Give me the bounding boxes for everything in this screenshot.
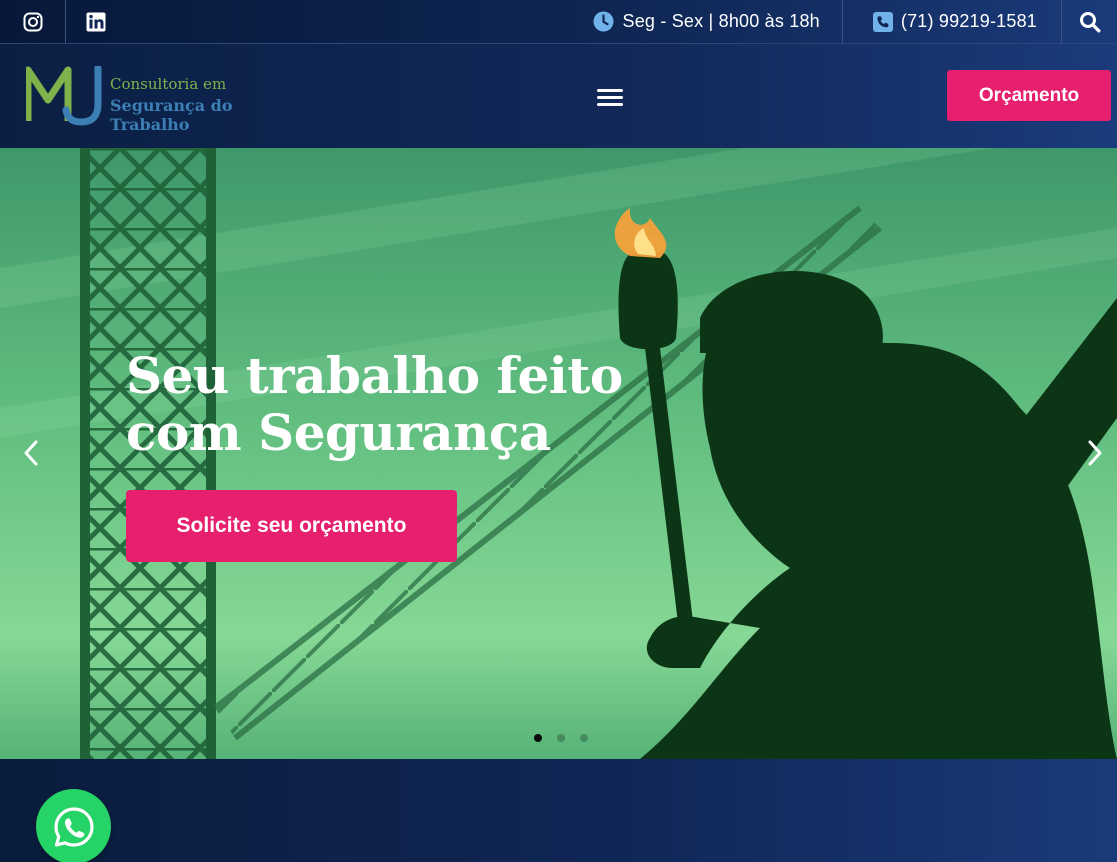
logo-tagline-top: Consultoria em xyxy=(110,75,227,93)
slider-dot-2[interactable] xyxy=(557,734,565,742)
hero-title-line1: Seu trabalho feito xyxy=(126,346,623,405)
slider-next-button[interactable] xyxy=(1080,438,1110,468)
top-bar: Seg - Sex | 8h00 às 18h (71) 99219-1581 xyxy=(0,0,1117,44)
quote-button[interactable]: Orçamento xyxy=(947,70,1111,121)
whatsapp-button[interactable] xyxy=(36,789,111,862)
linkedin-icon xyxy=(86,12,106,31)
slider-dot-1[interactable] xyxy=(534,734,542,742)
hero-slider: Seu trabalho feito com Segurança Solicit… xyxy=(0,148,1117,759)
chevron-left-icon xyxy=(24,440,38,466)
content-section xyxy=(0,759,1117,862)
slider-pagination xyxy=(534,734,588,742)
linkedin-link[interactable] xyxy=(66,0,126,43)
phone-number: (71) 99219-1581 xyxy=(900,11,1037,31)
hours-text: Seg - Sex | 8h00 às 18h xyxy=(622,11,820,31)
phone-icon xyxy=(872,11,893,32)
site-header: Consultoria em Segurança do Trabalho Orç… xyxy=(0,44,1117,148)
chevron-right-icon xyxy=(1088,440,1102,466)
hero-title-line2: com Segurança xyxy=(126,403,551,462)
logo-mark xyxy=(26,66,102,126)
search-button[interactable] xyxy=(1062,0,1117,43)
instagram-icon xyxy=(23,12,42,31)
hero-title: Seu trabalho feito com Segurança xyxy=(126,347,623,461)
slider-dot-3[interactable] xyxy=(580,734,588,742)
business-hours: Seg - Sex | 8h00 às 18h xyxy=(593,0,843,43)
clock-icon xyxy=(593,11,614,32)
site-logo[interactable]: Consultoria em Segurança do Trabalho xyxy=(26,66,316,134)
instagram-link[interactable] xyxy=(0,0,66,43)
request-quote-button[interactable]: Solicite seu orçamento xyxy=(126,490,457,562)
menu-hamburger-icon[interactable] xyxy=(591,78,629,116)
phone-contact[interactable]: (71) 99219-1581 xyxy=(843,0,1062,43)
whatsapp-icon xyxy=(53,806,94,847)
slider-prev-button[interactable] xyxy=(16,438,46,468)
logo-tagline-bottom: Segurança do Trabalho xyxy=(110,96,233,134)
search-icon xyxy=(1079,11,1100,32)
